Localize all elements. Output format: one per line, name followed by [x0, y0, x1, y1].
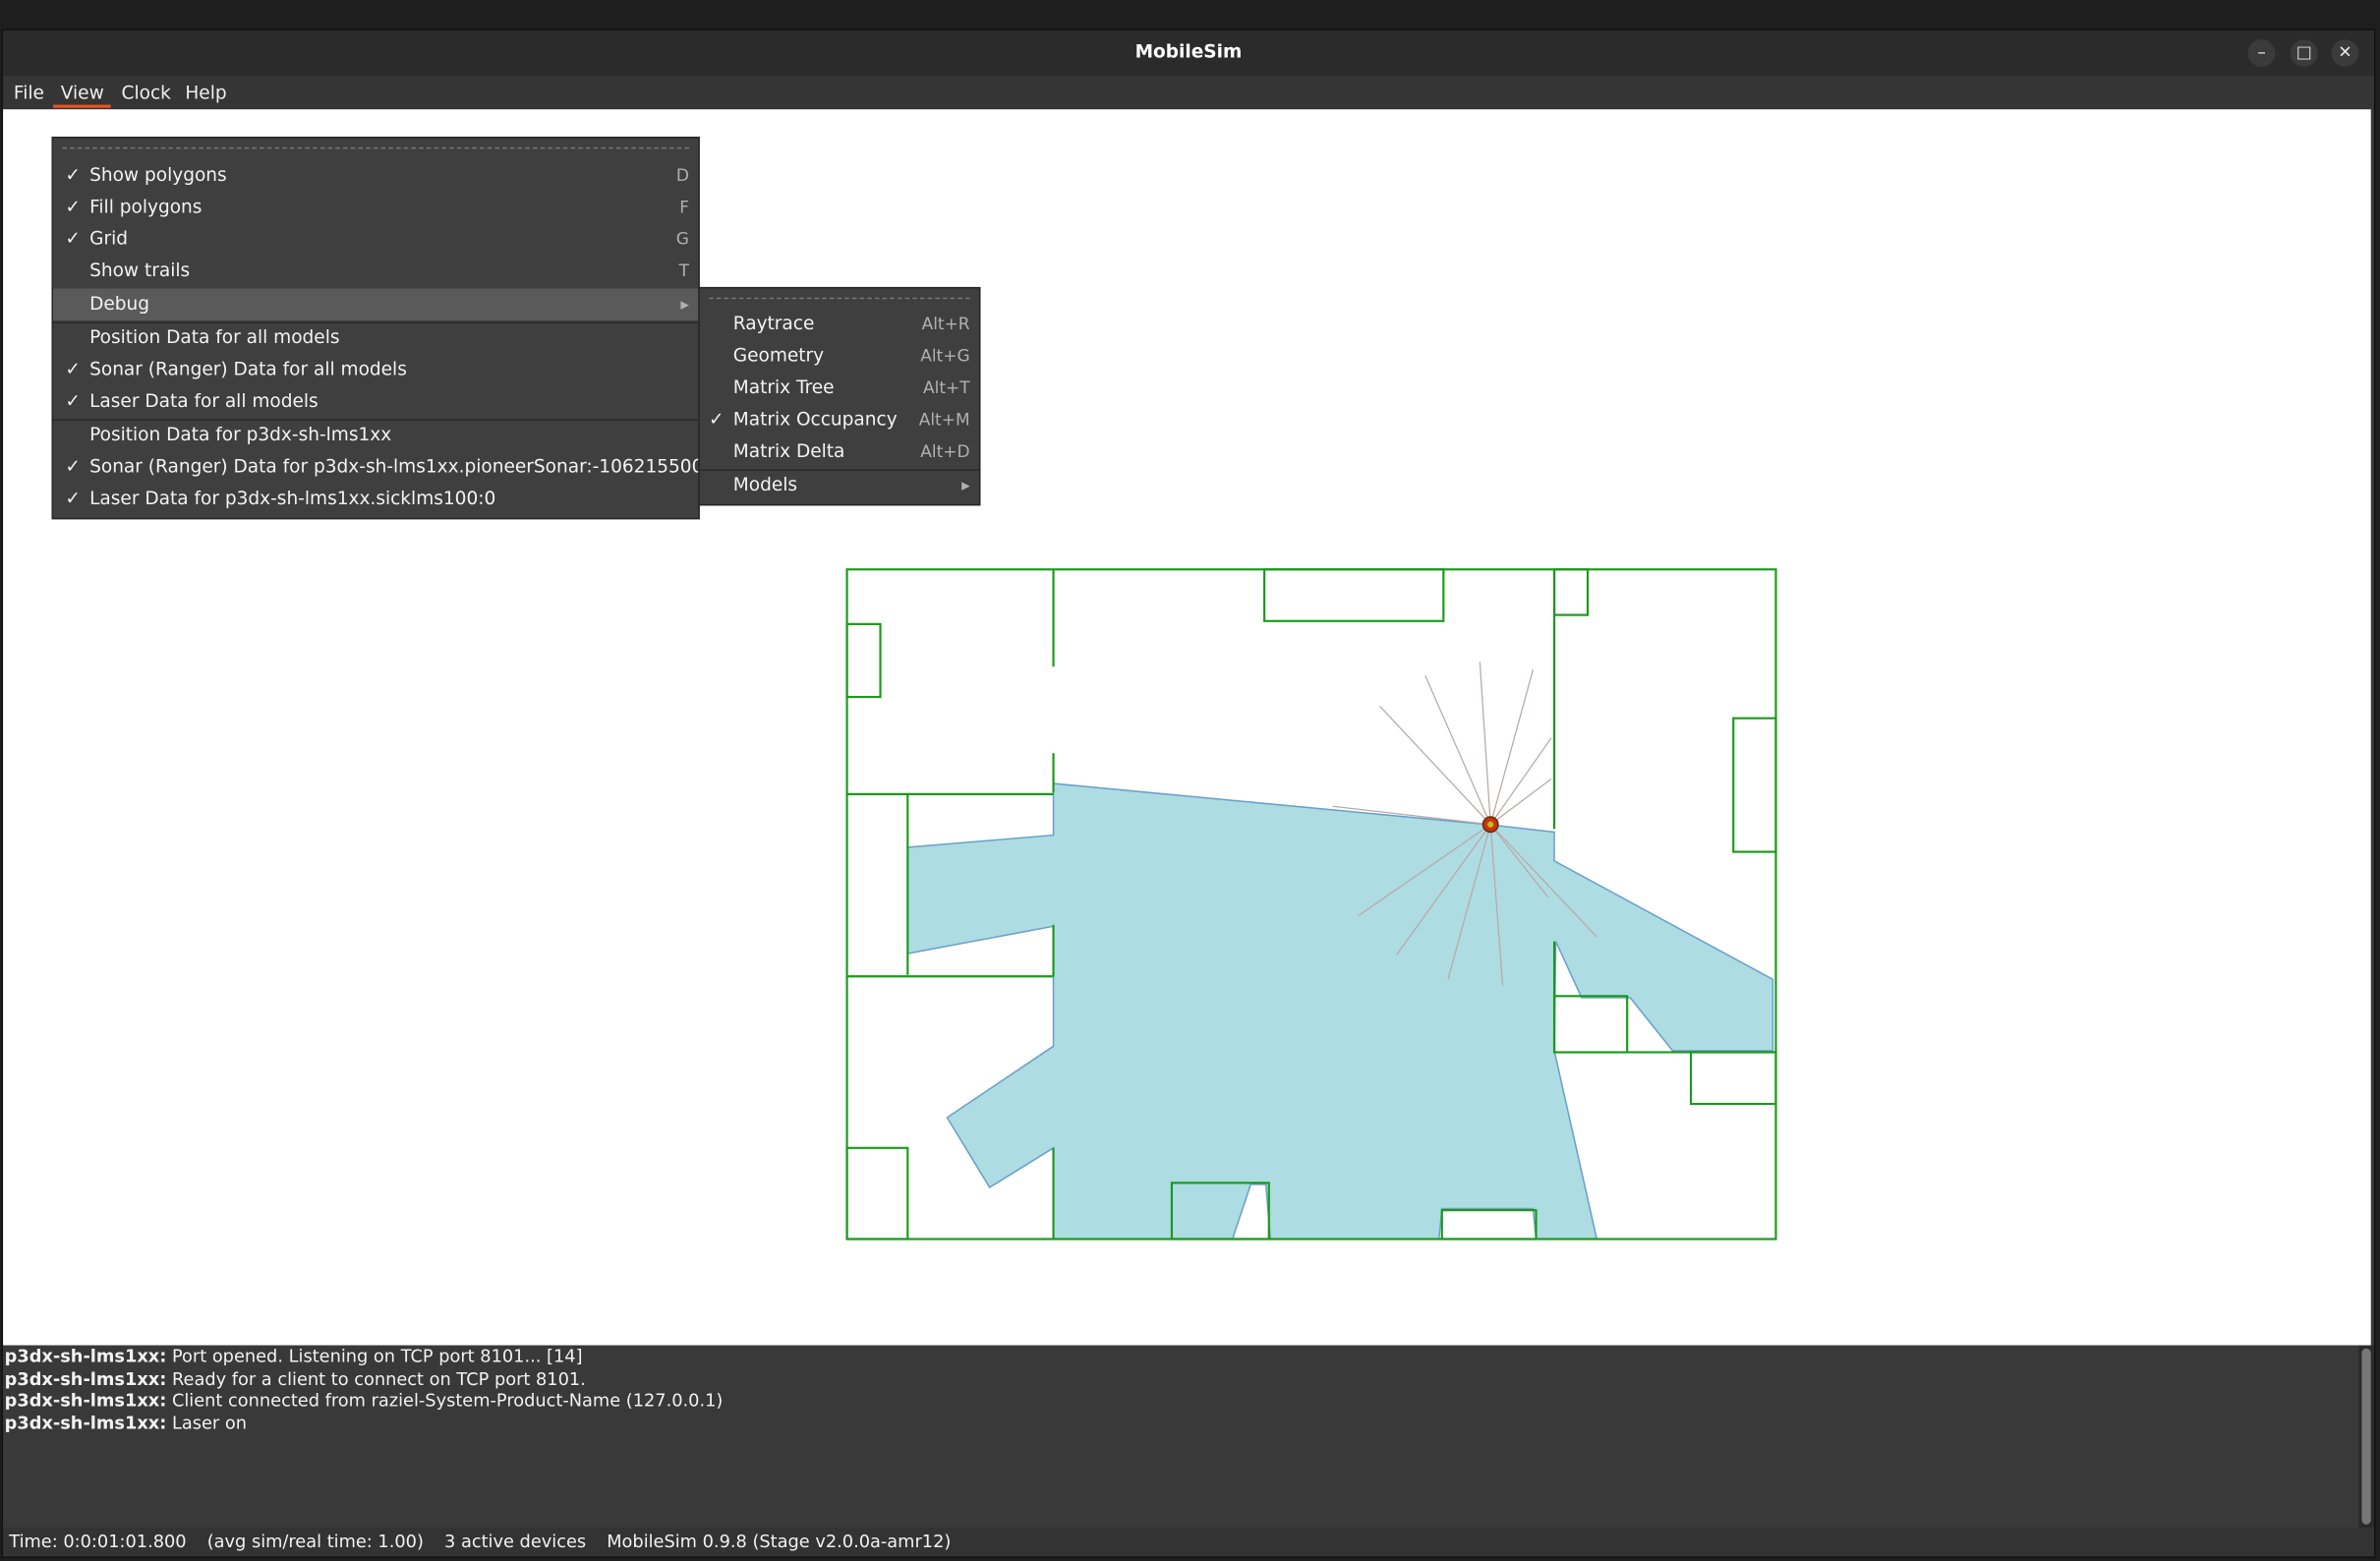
check-icon: ✓: [65, 163, 81, 186]
maximize-button[interactable]: □: [2290, 39, 2318, 67]
laser-scan-area: [906, 782, 1774, 1241]
menu-item-fill-polygons[interactable]: ✓ Fill polygons F: [53, 192, 698, 223]
menu-item-sonar-robot[interactable]: ✓ Sonar (Ranger) Data for p3dx-sh-lms1xx.…: [53, 451, 715, 483]
menu-file[interactable]: File: [6, 81, 51, 108]
menu-item-sonar-all[interactable]: ✓ Sonar (Ranger) Data for all models: [53, 354, 698, 385]
check-icon: ✓: [65, 487, 81, 509]
menu-item-models[interactable]: Models ▸: [700, 469, 979, 500]
check-icon: ✓: [65, 455, 81, 478]
menu-item-matrix-occupancy[interactable]: ✓ Matrix Occupancy Alt+M: [700, 404, 979, 435]
menu-view[interactable]: View: [53, 81, 112, 108]
view-menu: ✓ Show polygons D ✓ Fill polygons F ✓ Grid G S…: [51, 137, 715, 520]
debug-submenu: Raytrace Alt+R Geometry Alt+G Matrix Tree A…: [698, 286, 981, 506]
tearoff-line[interactable]: [62, 146, 689, 149]
log-line: p3dx-sh-lms1xx: Ready for a client to co…: [4, 1367, 586, 1389]
check-icon: ✓: [709, 408, 725, 431]
menu-item-laser-robot[interactable]: ✓ Laser Data for p3dx-sh-lms1xx.sicklms10…: [53, 483, 698, 514]
menu-item-position-all[interactable]: Position Data for all models: [53, 321, 698, 353]
submenu-arrow-icon: ▸: [961, 475, 970, 495]
robot-marker[interactable]: [1481, 816, 1499, 834]
scrollbar-thumb[interactable]: [2361, 1348, 2371, 1525]
close-button[interactable]: ✕: [2331, 39, 2359, 67]
log-line: p3dx-sh-lms1xx: Port opened. Listening o…: [4, 1345, 583, 1367]
submenu-arrow-icon: ▸: [680, 294, 689, 315]
check-icon: ✓: [65, 196, 81, 217]
minimize-button[interactable]: –: [2247, 39, 2276, 67]
menu-item-show-trails[interactable]: Show trails T: [53, 256, 698, 287]
menu-bar: File View Clock Help: [3, 76, 2374, 110]
title-bar[interactable]: MobileSim – □ ✕: [3, 29, 2374, 77]
menu-item-show-polygons[interactable]: ✓ Show polygons D: [53, 159, 698, 191]
status-ratio: (avg sim/real time: 1.00): [206, 1531, 424, 1552]
status-devices: 3 active devices: [444, 1531, 587, 1552]
menu-item-grid[interactable]: ✓ Grid G: [53, 223, 698, 255]
menu-item-laser-all[interactable]: ✓ Laser Data for all models: [53, 385, 698, 417]
menu-help[interactable]: Help: [178, 81, 235, 108]
menu-item-debug[interactable]: Debug ▸: [53, 288, 699, 320]
menu-clock[interactable]: Clock: [114, 81, 179, 108]
check-icon: ✓: [65, 358, 81, 380]
tearoff-line[interactable]: [709, 297, 970, 300]
status-version: MobileSim 0.9.8 (Stage v2.0.0a-amr12): [607, 1531, 952, 1552]
check-icon: ✓: [65, 389, 81, 412]
log-line: p3dx-sh-lms1xx: Client connected from ra…: [4, 1389, 724, 1412]
mobilesim-window: MobileSim – □ ✕ File View Clock Help p3d…: [3, 29, 2374, 1557]
status-bar: Time: 0:0:01:01.800 (avg sim/real time: …: [3, 1527, 2374, 1557]
log-line: p3dx-sh-lms1xx: Laser on: [4, 1411, 247, 1433]
menu-item-position-robot[interactable]: Position Data for p3dx-sh-lms1xx: [53, 419, 698, 450]
check-icon: ✓: [65, 227, 81, 250]
menu-item-matrix-tree[interactable]: Matrix Tree Alt+T: [700, 372, 979, 403]
log-panel[interactable]: p3dx-sh-lms1xx: Port opened. Listening o…: [3, 1345, 2359, 1528]
menu-item-raytrace[interactable]: Raytrace Alt+R: [700, 309, 979, 340]
status-time: Time: 0:0:01:01.800: [9, 1531, 187, 1552]
menu-item-geometry[interactable]: Geometry Alt+G: [700, 340, 979, 372]
menu-item-matrix-delta[interactable]: Matrix Delta Alt+D: [700, 435, 979, 467]
window-title: MobileSim: [1134, 40, 1243, 63]
log-scrollbar[interactable]: [2358, 1345, 2374, 1528]
